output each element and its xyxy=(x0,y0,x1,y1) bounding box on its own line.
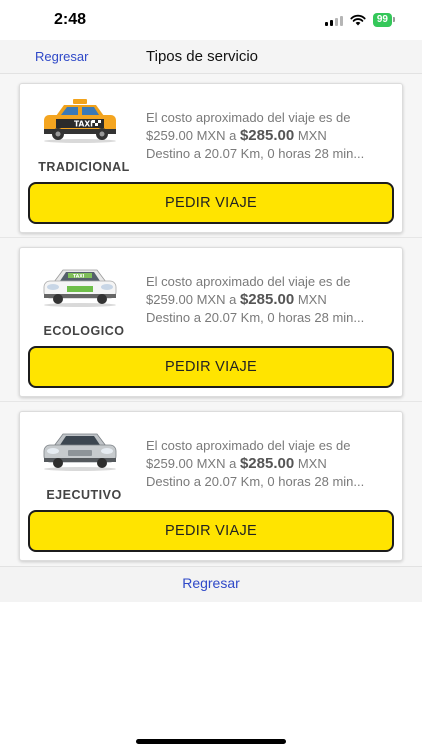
price-currency: MXN xyxy=(297,128,327,143)
fare-range: $259.00 MXN a $285.00 MXN xyxy=(146,455,396,473)
service-name: ECOLOGICO xyxy=(43,324,125,338)
price-low: $259.00 MXN a xyxy=(146,292,237,307)
eco-taxi-icon: TAXI xyxy=(43,269,117,307)
yellow-taxi-icon: TAXI xyxy=(44,99,116,143)
trip-destination: Destino a 20.07 Km, 0 horas 28 min... xyxy=(146,474,365,489)
fare-range: $259.00 MXN a $285.00 MXN xyxy=(146,127,396,145)
price-high: $285.00 xyxy=(239,291,295,308)
status-icons: 99 xyxy=(324,13,396,27)
price-high: $285.00 xyxy=(239,127,295,144)
service-name: EJECUTIVO xyxy=(46,488,122,502)
fare-description: El costo aproximado del viaje es de $259… xyxy=(146,109,396,163)
request-ride-button[interactable]: PEDIR VIAJE xyxy=(28,346,394,388)
service-card-ejecutivo: EJECUTIVO El costo aproximado del viaje … xyxy=(19,411,403,561)
wifi-icon xyxy=(350,14,366,26)
price-high: $285.00 xyxy=(239,455,295,472)
fare-description: El costo aproximado del viaje es de $259… xyxy=(146,437,396,491)
cellular-signal-icon xyxy=(324,15,343,26)
nav-bar: Regresar Tipos de servicio xyxy=(0,40,422,74)
battery-icon: 99 xyxy=(372,13,396,27)
request-ride-button[interactable]: PEDIR VIAJE xyxy=(28,182,394,224)
price-low: $259.00 MXN a xyxy=(146,456,237,471)
price-low: $259.00 MXN a xyxy=(146,128,237,143)
price-currency: MXN xyxy=(297,456,327,471)
trip-destination: Destino a 20.07 Km, 0 horas 28 min... xyxy=(146,146,365,161)
fare-intro: El costo aproximado del viaje es de xyxy=(146,110,351,125)
divider xyxy=(0,401,422,402)
status-time: 2:48 xyxy=(54,11,87,28)
back-button[interactable]: Regresar xyxy=(35,49,88,64)
divider xyxy=(0,237,422,238)
request-ride-button[interactable]: PEDIR VIAJE xyxy=(28,510,394,552)
svg-text:TAXI: TAXI xyxy=(73,273,85,279)
trip-destination: Destino a 20.07 Km, 0 horas 28 min... xyxy=(146,310,365,325)
service-card-tradicional: TAXI TRADICIONAL El costo aproximado del… xyxy=(19,83,403,233)
fare-intro: El costo aproximado del viaje es de xyxy=(146,274,351,289)
service-list: TAXI TRADICIONAL El costo aproximado del… xyxy=(0,74,422,566)
status-bar: 2:48 99 xyxy=(0,0,422,40)
fare-description: El costo aproximado del viaje es de $259… xyxy=(146,273,396,327)
service-card-ecologico: TAXI ECOLOGICO El costo aproximado del v… xyxy=(19,247,403,397)
bottom-bar: Regresar xyxy=(0,566,422,602)
fare-range: $259.00 MXN a $285.00 MXN xyxy=(146,291,396,309)
price-currency: MXN xyxy=(297,292,327,307)
executive-car-icon xyxy=(43,433,117,471)
page-title: Tipos de servicio xyxy=(146,48,258,65)
home-indicator xyxy=(136,739,286,744)
svg-text:TAXI: TAXI xyxy=(74,120,93,129)
service-name: TRADICIONAL xyxy=(38,160,130,174)
fare-intro: El costo aproximado del viaje es de xyxy=(146,438,351,453)
bottom-back-button[interactable]: Regresar xyxy=(0,575,422,591)
